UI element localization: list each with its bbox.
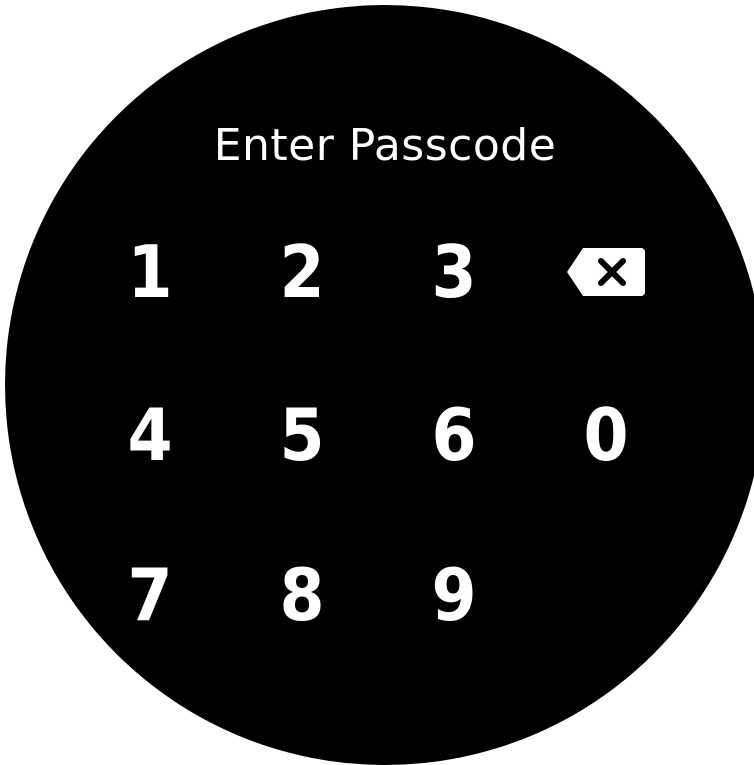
key-8[interactable]: 8: [247, 540, 357, 650]
watch-face: Enter Passcode 1 2 3 4 5 6 0 7 8 9: [5, 5, 754, 765]
backspace-icon: [567, 248, 645, 296]
key-5[interactable]: 5: [247, 380, 357, 490]
key-4[interactable]: 4: [95, 380, 205, 490]
key-9[interactable]: 9: [399, 540, 509, 650]
key-2[interactable]: 2: [247, 217, 357, 327]
key-7[interactable]: 7: [95, 540, 205, 650]
key-1[interactable]: 1: [95, 217, 205, 327]
backspace-button[interactable]: [551, 217, 661, 327]
page-title: Enter Passcode: [213, 120, 557, 171]
key-0[interactable]: 0: [551, 380, 661, 490]
key-3[interactable]: 3: [399, 217, 509, 327]
key-6[interactable]: 6: [399, 380, 509, 490]
